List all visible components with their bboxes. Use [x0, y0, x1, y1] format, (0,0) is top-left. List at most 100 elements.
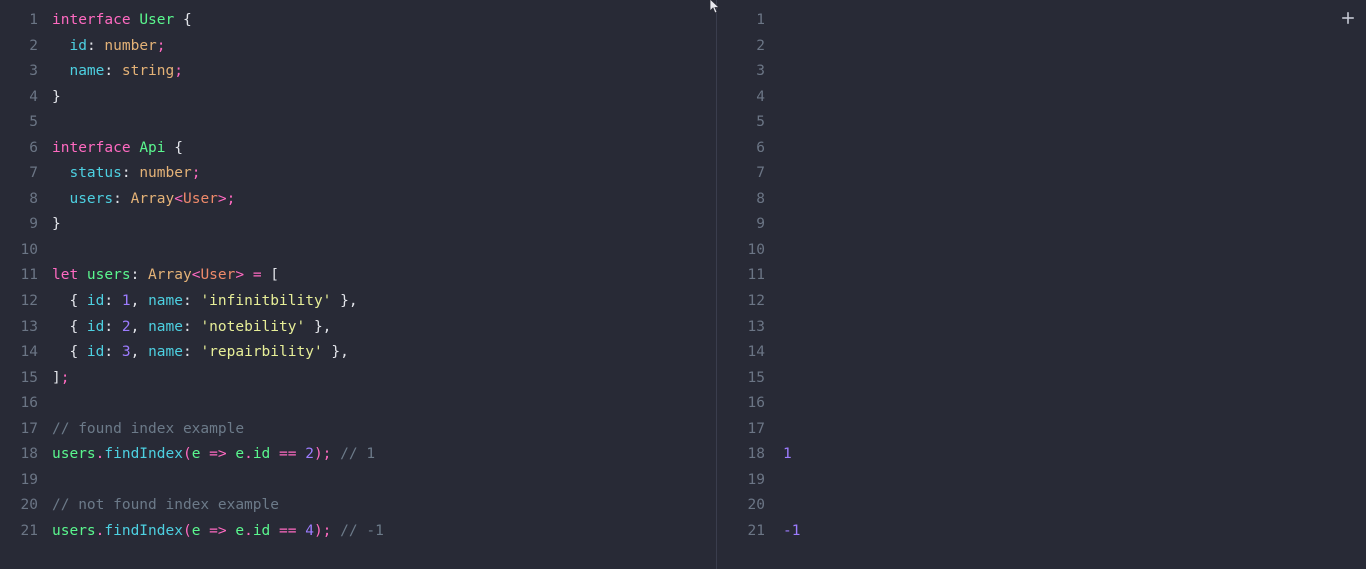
output-line-content — [765, 289, 783, 315]
editor-line-number: 11 — [20, 267, 38, 284]
code-token: users — [86, 267, 131, 284]
editor-line-content: } — [38, 85, 61, 111]
code-token: 'notebility' — [200, 318, 306, 335]
output-line: 2 — [717, 34, 1366, 60]
code-token: let — [52, 267, 87, 284]
editor-line-number: 15 — [20, 369, 38, 386]
editor-line-number: 17 — [20, 420, 38, 437]
editor-line: 20 // not found index example — [0, 493, 716, 519]
editor-line-content — [38, 468, 52, 494]
output-line-number: 15 — [747, 369, 765, 386]
output-line: 1 — [717, 8, 1366, 34]
editor-line-content — [38, 391, 52, 417]
output-line-number: 1 — [756, 12, 765, 28]
editor-line: 19 — [0, 468, 716, 494]
code-token: // 1 — [331, 446, 376, 463]
code-token: status — [69, 165, 122, 182]
output-line-number: 4 — [756, 88, 765, 105]
output-line: 14 — [717, 340, 1366, 366]
editor-line-number: 14 — [20, 344, 38, 361]
editor-line-content: users: Array<User>; — [38, 187, 235, 213]
code-token: User — [182, 190, 218, 207]
output-line-content — [765, 85, 783, 111]
editor-line-content: { id: 2, name: 'notebility' }, — [38, 315, 331, 341]
output-code-lines: 1 2 3 4 5 6 7 8 9 10 11 12 13 14 15 16 17 18 1 19 20 21 -1 — [717, 8, 1366, 544]
editor-line-number: 13 — [20, 318, 38, 335]
editor-line: 5 — [0, 110, 716, 136]
code-token: id — [252, 522, 271, 539]
code-token: number — [139, 165, 192, 182]
output-line-content — [765, 315, 783, 341]
code-token: 1 — [121, 293, 131, 310]
output-line-number: 19 — [747, 471, 765, 488]
output-line-content — [765, 263, 783, 289]
editor-line-content: interface Api { — [38, 136, 183, 162]
output-line: 17 — [717, 417, 1366, 443]
output-line-content — [765, 161, 783, 187]
code-token: 'repairbility' — [200, 344, 323, 361]
output-line-content — [765, 212, 783, 238]
output-line-content — [765, 366, 783, 392]
code-token: . — [244, 522, 253, 539]
code-token: { — [165, 139, 183, 156]
code-token: => — [200, 446, 236, 463]
output-line-number: 6 — [756, 139, 765, 156]
code-token: : — [113, 190, 131, 207]
add-button[interactable] — [1337, 7, 1359, 29]
output-line: 4 — [717, 85, 1366, 111]
code-token: name — [148, 344, 183, 361]
editor-line: 18 users.findIndex(e => e.id == 2); // 1 — [0, 442, 716, 468]
output-line-content — [765, 238, 783, 264]
editor-line-number: 6 — [29, 139, 38, 156]
code-token: name — [69, 63, 105, 80]
code-token: User — [139, 12, 175, 28]
code-token: : — [121, 165, 140, 182]
output-line: 10 — [717, 238, 1366, 264]
code-token: } — [52, 216, 61, 233]
editor-line-number: 21 — [20, 522, 38, 539]
code-token: . — [244, 446, 253, 463]
editor-pane[interactable]: 1 interface User {2 id: number; 3 name: st… — [0, 0, 716, 569]
editor-line-content: // not found index example — [38, 493, 279, 519]
code-token: e — [235, 446, 245, 463]
output-line-number: 17 — [747, 420, 765, 437]
output-line: 6 — [717, 136, 1366, 162]
code-token: findIndex — [104, 522, 183, 539]
code-token: == — [270, 522, 306, 539]
code-token: Api — [139, 139, 166, 156]
editor-line: 12 { id: 1, name: 'infinitbility' }, — [0, 289, 716, 315]
code-token: > — [235, 267, 245, 284]
output-line-number: 3 — [756, 63, 765, 80]
editor-line-number: 20 — [20, 497, 38, 514]
output-line-number: 14 — [747, 344, 765, 361]
output-line-content: 1 — [765, 442, 792, 468]
output-line-content — [765, 8, 783, 34]
editor-line-content: { id: 1, name: 'infinitbility' }, — [38, 289, 358, 315]
editor-line: 6 interface Api { — [0, 136, 716, 162]
code-token: : — [130, 267, 149, 284]
output-line: 13 — [717, 315, 1366, 341]
editor-line-number: 12 — [20, 293, 38, 310]
output-line: 8 — [717, 187, 1366, 213]
editor-line-content: status: number; — [38, 161, 200, 187]
code-token: 'infinitbility' — [200, 293, 332, 310]
editor-line-number: 10 — [20, 241, 38, 258]
editor-line-number: 4 — [29, 88, 38, 105]
code-token: 3 — [121, 344, 131, 361]
code-token: users — [69, 190, 114, 207]
editor-line-number: 8 — [29, 190, 38, 207]
output-pane[interactable]: 1 2 3 4 5 6 7 8 9 10 11 12 13 14 15 16 17 18 1 19 20 21 -1 — [717, 0, 1366, 569]
editor-line-content: ]; — [38, 366, 69, 392]
editor-line-content: let users: Array<User> = [ — [38, 263, 279, 289]
editor-line-number: 18 — [20, 446, 38, 463]
code-token: }, — [331, 293, 358, 310]
code-token: interface — [52, 139, 140, 156]
editor-line: 7 status: number; — [0, 161, 716, 187]
editor-code-lines[interactable]: 1 interface User {2 id: number; 3 name: st… — [0, 8, 716, 544]
editor-line-number: 19 — [20, 471, 38, 488]
output-line-number: 18 — [747, 446, 765, 463]
editor-line: 15]; — [0, 366, 716, 392]
